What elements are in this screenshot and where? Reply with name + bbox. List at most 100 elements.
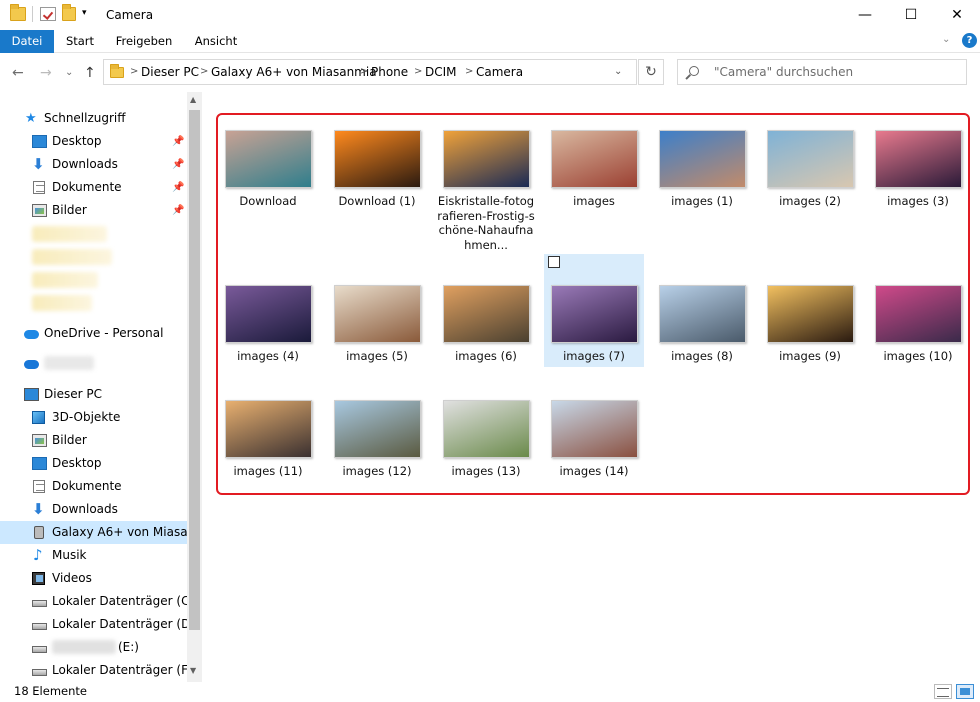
view-details-button[interactable] (934, 684, 952, 699)
sidebar-item-drive-d[interactable]: Lokaler Datenträger (D:) (0, 613, 199, 636)
sidebar-item-blurred-cloud[interactable] (0, 352, 187, 375)
recent-locations-button[interactable]: ⌄ (65, 67, 73, 78)
file-tile[interactable]: images (3) (868, 130, 968, 242)
file-tile[interactable]: images (14) (544, 400, 644, 512)
pin-icon[interactable]: 📌 (172, 199, 184, 222)
sidebar-item-label: Lokaler Datenträger (F:) (52, 663, 196, 677)
search-icon (689, 66, 699, 76)
file-name: images (4) (237, 349, 299, 363)
sidebar-item-desktop[interactable]: Desktop 📌 (0, 130, 187, 153)
sidebar-item-desktop[interactable]: Desktop (0, 452, 187, 475)
properties-icon[interactable] (40, 7, 56, 21)
scroll-down-icon[interactable]: ▼ (190, 666, 196, 675)
file-tile[interactable]: images (544, 130, 644, 242)
sidebar-item-label: Bilder (52, 203, 87, 217)
breadcrumb-dieser-pc[interactable]: Dieser PC (141, 65, 199, 79)
file-tile[interactable]: images (10) (868, 285, 968, 397)
maximize-button[interactable]: ☐ (888, 0, 934, 30)
sidebar-item-downloads[interactable]: ⬇ Downloads (0, 498, 187, 521)
file-tile[interactable]: images (11) (218, 400, 318, 512)
file-tile[interactable]: Eiskristalle-fotografieren-Frostig-schön… (436, 130, 536, 252)
blurred-item (32, 226, 107, 242)
sidebar-item-pictures[interactable]: Bilder (0, 429, 187, 452)
thumbnail (875, 130, 962, 188)
help-icon[interactable]: ? (962, 33, 977, 48)
sidebar-item-label: Dieser PC (44, 387, 102, 401)
sidebar-item-drive-c[interactable]: Lokaler Datenträger (C:) (0, 590, 198, 613)
sidebar-item-label: OneDrive - Personal (44, 326, 164, 340)
close-button[interactable]: ✕ (934, 0, 980, 30)
up-button[interactable]: ↑ (84, 65, 96, 81)
sidebar-item-onedrive[interactable]: OneDrive - Personal (0, 322, 187, 345)
search-input[interactable] (714, 63, 959, 81)
tab-ansicht[interactable]: Ansicht (188, 30, 244, 53)
file-tile[interactable]: images (6) (436, 285, 536, 397)
file-tile[interactable]: images (1) (652, 130, 752, 242)
sidebar-item-label: Desktop (52, 456, 102, 470)
new-folder-icon[interactable] (62, 4, 76, 21)
file-tile[interactable]: images (2) (760, 130, 860, 242)
back-button[interactable]: ← (12, 65, 24, 81)
tab-start[interactable]: Start (60, 30, 100, 53)
sidebar-item-galaxy[interactable]: Galaxy A6+ von Miasanmia (0, 521, 201, 544)
pin-icon[interactable]: 📌 (172, 176, 184, 199)
file-tile-hovered[interactable]: images (7) (544, 254, 644, 367)
breadcrumb-phone[interactable]: Phone (371, 65, 408, 79)
sidebar-item-downloads[interactable]: ⬇ Downloads 📌 (0, 153, 187, 176)
refresh-button[interactable]: ↻ (638, 59, 664, 85)
sidebar-item-3d-objects[interactable]: 3D-Objekte (0, 406, 187, 429)
thumbnail (551, 130, 638, 188)
file-tile[interactable]: Download (1) (327, 130, 427, 242)
sidebar-item-label: Lokaler Datenträger (D:) (52, 617, 200, 631)
pictures-icon (32, 204, 47, 217)
phone-icon (34, 526, 44, 539)
file-tile[interactable]: images (5) (327, 285, 427, 397)
address-dropdown-icon[interactable]: ⌄ (614, 66, 622, 77)
blurred-item (44, 356, 94, 370)
tab-datei[interactable]: Datei (0, 30, 54, 53)
sidebar-item-pictures[interactable]: Bilder 📌 (0, 199, 187, 222)
file-tile[interactable]: images (4) (218, 285, 318, 397)
sidebar-item-drive-e[interactable]: (E:) (0, 636, 187, 659)
file-tile[interactable]: images (8) (652, 285, 752, 397)
quick-access-dropdown-icon[interactable]: ▾ (82, 8, 87, 18)
file-tile[interactable]: Download (218, 130, 318, 242)
video-icon (32, 572, 45, 585)
file-name: images (8) (671, 349, 733, 363)
file-name: Download (1) (338, 194, 416, 208)
file-name: images (11) (233, 464, 303, 478)
pin-icon[interactable]: 📌 (172, 130, 184, 153)
folder-icon (10, 4, 26, 21)
sidebar-item-documents[interactable]: Dokumente (0, 475, 187, 498)
breadcrumb-dcim[interactable]: DCIM (425, 65, 457, 79)
pin-icon[interactable]: 📌 (172, 153, 184, 176)
address-bar[interactable]: > Dieser PC > Galaxy A6+ von Miasanmia >… (103, 59, 637, 85)
sidebar-item-music[interactable]: ♪ Musik (0, 544, 187, 567)
sidebar-item-label: Lokaler Datenträger (C:) (52, 594, 199, 608)
drive-icon (32, 623, 47, 630)
forward-button[interactable]: → (40, 65, 52, 81)
breadcrumb-galaxy[interactable]: Galaxy A6+ von Miasanmia (211, 65, 377, 79)
search-box[interactable] (677, 59, 967, 85)
minimize-button[interactable]: — (842, 0, 888, 30)
selection-checkbox[interactable] (548, 256, 560, 268)
view-large-icons-button[interactable] (956, 684, 974, 699)
scroll-up-icon[interactable]: ▲ (190, 95, 196, 104)
sidebar-item-documents[interactable]: Dokumente 📌 (0, 176, 187, 199)
thumbnail (334, 130, 421, 188)
drive-icon (32, 669, 47, 676)
sidebar-item-label: Videos (52, 571, 92, 585)
sidebar-item-drive-f[interactable]: Lokaler Datenträger (F:) (0, 659, 196, 682)
breadcrumb-separator: > (200, 66, 209, 77)
ribbon-expand-icon[interactable]: ⌄ (942, 34, 950, 45)
sidebar-item-videos[interactable]: Videos (0, 567, 187, 590)
file-tile[interactable]: images (9) (760, 285, 860, 397)
tab-freigeben[interactable]: Freigeben (110, 30, 178, 53)
file-tile[interactable]: images (12) (327, 400, 427, 512)
file-tile[interactable]: images (13) (436, 400, 536, 512)
sidebar-item-quick-access[interactable]: ★ Schnellzugriff (0, 107, 187, 130)
sidebar-item-this-pc[interactable]: Dieser PC (0, 383, 187, 406)
breadcrumb-camera[interactable]: Camera (476, 65, 523, 79)
scrollbar-thumb[interactable] (189, 110, 200, 630)
folder-icon (110, 64, 124, 78)
